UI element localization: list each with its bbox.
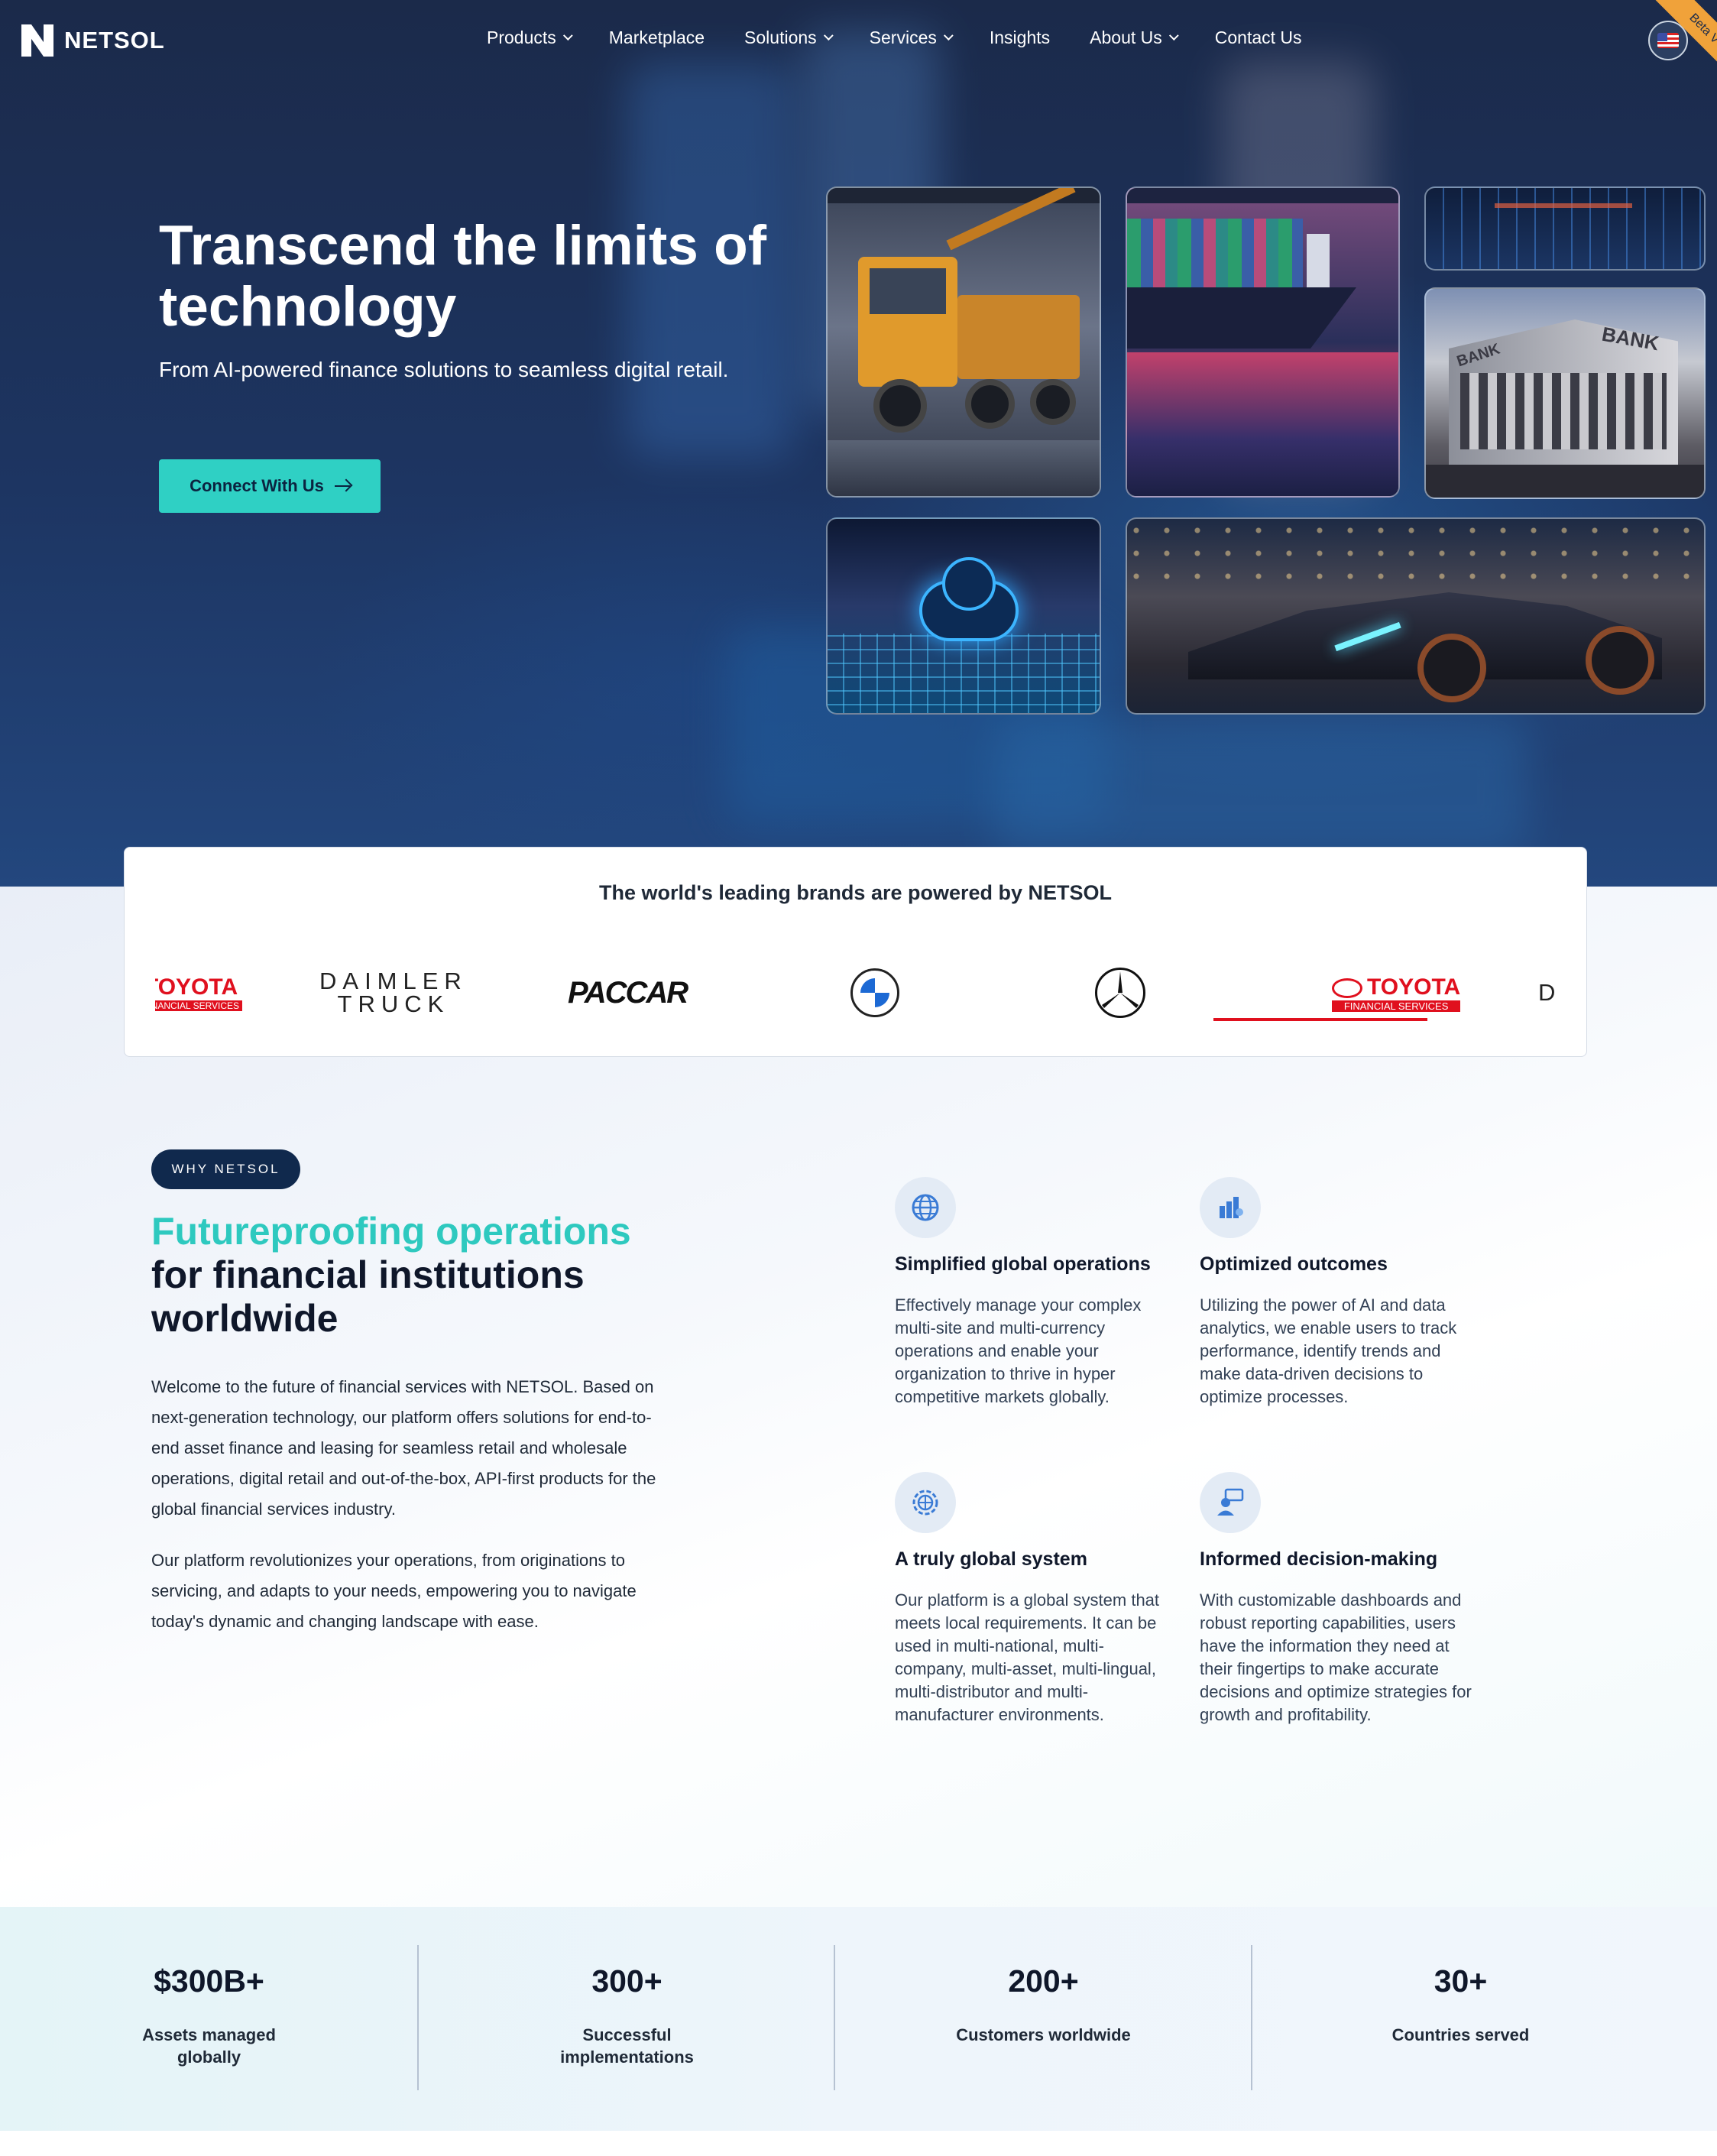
- stat-label: Countries served: [1391, 2025, 1530, 2044]
- stat-countries: 30+ Countries served: [1252, 1907, 1669, 2131]
- toyota-logo: TOYOTA FINANCIAL SERVICES: [1332, 962, 1461, 1023]
- stats-bar: $300B+ Assets managed globally 300+ Succ…: [0, 1907, 1717, 2131]
- chevron-down-icon: [823, 31, 834, 41]
- bmw-logo: B M W: [850, 962, 899, 1023]
- background-light-blur: [993, 718, 1528, 856]
- nav-label: Marketplace: [608, 28, 705, 47]
- stat-label: Assets managed globally: [142, 2025, 276, 2067]
- us-flag-icon: [1657, 33, 1679, 48]
- stat-value: 300+: [591, 1963, 663, 1999]
- brands-card: The world's leading brands are powered b…: [124, 847, 1587, 1057]
- circuit-board-image: [1424, 186, 1706, 271]
- nav-label: Contact Us: [1214, 28, 1302, 47]
- cargo-ship-image: [1126, 186, 1400, 498]
- hero-subtitle: From AI-powered finance solutions to sea…: [159, 358, 729, 381]
- why-netsol-pill: WHY NETSOL: [151, 1149, 300, 1189]
- mercedes-star-icon: [1095, 968, 1145, 1018]
- logo-subtext: TRUCK: [337, 990, 450, 1017]
- feature-title: Optimized outcomes: [1200, 1253, 1388, 1275]
- feature-description: Effectively manage your complex multi-si…: [895, 1295, 1142, 1406]
- daimler-truck-logo: DAIMLER TRUCK: [319, 962, 468, 1023]
- toyota-underline: [1213, 1018, 1427, 1021]
- stat-implementations: 300+ Successful implementations: [419, 1907, 835, 2131]
- feature-title: Simplified global operations: [895, 1253, 1151, 1275]
- mercedes-benz-logo: [1095, 962, 1145, 1023]
- truck-image: [826, 186, 1101, 498]
- feature-informed-decision-making: Informed decision-making With customizab…: [1200, 1472, 1475, 1726]
- why-paragraph: Welcome to the future of financial servi…: [151, 1377, 656, 1519]
- why-paragraph: Our platform revolutionizes your operati…: [151, 1551, 637, 1631]
- logo-subtext: FINANCIAL SERVICES: [155, 1000, 243, 1011]
- paccar-logo: PACCAR: [568, 962, 688, 1023]
- stat-label: Customers worldwide: [956, 2025, 1131, 2044]
- daimler-truck-logo: D: [1538, 962, 1557, 1023]
- stat-customers: 200+ Customers worldwide: [835, 1907, 1252, 2131]
- netsol-logo[interactable]: NETSOL: [21, 24, 165, 57]
- presenter-icon: [1200, 1472, 1261, 1533]
- brand-name: NETSOL: [64, 27, 165, 53]
- bar-chart-icon: [1200, 1177, 1261, 1238]
- hero-title: Transcend the limits of technology: [159, 215, 767, 338]
- hero-section: NETSOL Products Marketplace Solutions Se…: [0, 0, 1717, 887]
- toyota-logo: TOYOTA FINANCIAL SERVICES: [155, 962, 243, 1023]
- logo-text: B M W: [862, 969, 888, 976]
- netsol-logo-mark-icon: [21, 24, 53, 57]
- logo-text: D: [1538, 979, 1557, 1006]
- stat-value: 200+: [1008, 1963, 1079, 1999]
- feature-description: Utilizing the power of AI and data analy…: [1200, 1295, 1457, 1406]
- chevron-down-icon: [943, 31, 954, 41]
- cta-label: Connect With Us: [190, 476, 324, 495]
- logo-text: DAIMLER: [319, 968, 468, 994]
- why-title-accent: Futureproofing operations: [151, 1210, 631, 1253]
- stat-label: Successful implementations: [560, 2025, 694, 2067]
- nav-about-us[interactable]: About Us: [1090, 28, 1179, 48]
- nav-solutions[interactable]: Solutions: [744, 28, 834, 48]
- nav-label: About Us: [1090, 28, 1162, 47]
- feature-simplified-global-operations: Simplified global operations Effectively…: [895, 1177, 1170, 1409]
- feature-title: A truly global system: [895, 1548, 1087, 1570]
- connect-with-us-button[interactable]: Connect With Us: [159, 459, 381, 513]
- cloud-network-image: [826, 517, 1101, 715]
- nav-contact-us[interactable]: Contact Us: [1215, 28, 1302, 48]
- stat-assets: $300B+ Assets managed globally: [1, 1907, 417, 2131]
- nav-label: Solutions: [744, 28, 817, 47]
- nav-label: Insights: [989, 28, 1051, 47]
- chevron-down-icon: [562, 31, 573, 41]
- logo-text: TOYOTA: [1367, 974, 1461, 1000]
- main-menu: Products Marketplace Solutions Services …: [487, 28, 1302, 48]
- feature-description: With customizable dashboards and robust …: [1200, 1590, 1472, 1724]
- feature-title: Informed decision-making: [1200, 1548, 1438, 1570]
- stat-value: $300B+: [154, 1963, 264, 1999]
- brands-title: The world's leading brands are powered b…: [598, 881, 1113, 904]
- arrow-right-icon: [334, 485, 350, 487]
- nav-services[interactable]: Services: [869, 28, 954, 48]
- logo-subtext: FINANCIAL SERVICES: [1332, 1000, 1461, 1012]
- feature-description: Our platform is a global system that mee…: [895, 1590, 1160, 1724]
- stat-value: 30+: [1434, 1963, 1488, 1999]
- nav-products[interactable]: Products: [487, 28, 573, 48]
- bank-building-image: BANK BANK: [1424, 287, 1706, 499]
- feature-truly-global-system: A truly global system Our platform is a …: [895, 1472, 1170, 1726]
- why-title-rest: for financial institutions worldwide: [151, 1253, 585, 1340]
- top-navigation: NETSOL Products Marketplace Solutions Se…: [0, 0, 1717, 93]
- nav-label: Products: [487, 28, 556, 47]
- logo-text: PACCAR: [568, 975, 688, 1010]
- globe-icon: [895, 1177, 956, 1238]
- global-network-icon: [895, 1472, 956, 1533]
- feature-optimized-outcomes: Optimized outcomes Utilizing the power o…: [1200, 1177, 1475, 1409]
- nav-label: Services: [869, 28, 937, 47]
- why-title: Futureproofing operations for financial i…: [151, 1210, 763, 1341]
- toyota-emblem-icon: [1332, 977, 1362, 998]
- chevron-down-icon: [1168, 31, 1179, 41]
- bmw-roundel-icon: B M W: [850, 968, 899, 1017]
- nav-marketplace[interactable]: Marketplace: [609, 28, 705, 48]
- logo-text: TOYOTA: [155, 974, 238, 1000]
- brand-logo-carousel: TOYOTA FINANCIAL SERVICES DAIMLER TRUCK …: [155, 962, 1557, 1023]
- sports-car-image: [1126, 517, 1706, 715]
- nav-insights[interactable]: Insights: [990, 28, 1050, 48]
